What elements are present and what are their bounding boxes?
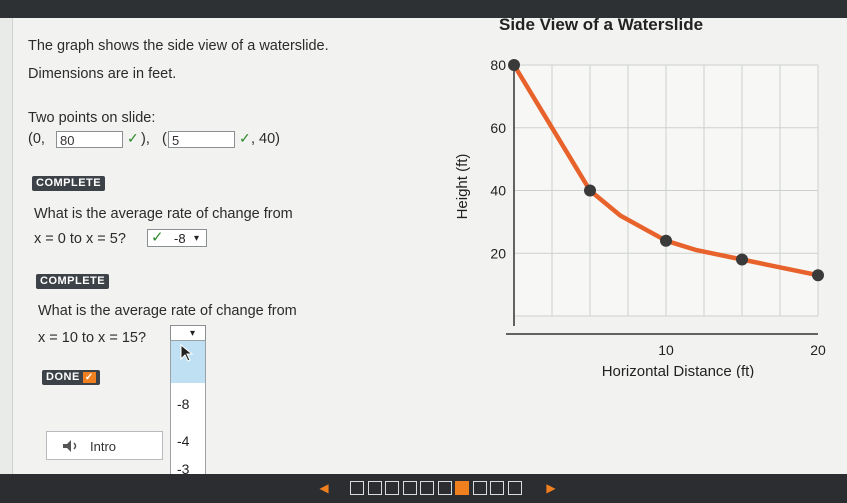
question-1-answer-select[interactable]: ✓ -8 ▾ (147, 229, 207, 247)
points-label: Two points on slide: (28, 110, 156, 126)
question-1-answer-value: -8 (174, 231, 186, 246)
point1-y-input[interactable]: 80 (56, 131, 123, 148)
complete-badge-1: COMPLETE (32, 176, 106, 191)
point2-suffix: , 40) (251, 131, 281, 147)
intro-button-label: Intro (90, 439, 117, 454)
y-tick-label: 40 (490, 183, 506, 199)
done-badge: DONE ✓ (42, 370, 100, 385)
page-indicator[interactable] (472, 481, 487, 495)
data-point (584, 184, 596, 197)
chart-title: Side View of a Waterslide (499, 15, 703, 34)
page-indicator[interactable] (385, 481, 399, 495)
y-axis-label: Height (ft) (454, 154, 471, 220)
question-2-line-1: What is the average rate of change from (38, 303, 297, 319)
y-tick-label: 80 (490, 57, 506, 73)
y-tick-label: 60 (490, 120, 506, 136)
point1-check-icon: ✓ (127, 130, 139, 146)
waterslide-chart: Side View of a Waterslide 20 40 60 80 10 20 Hor… (454, 15, 826, 378)
page-indicator[interactable] (507, 481, 522, 495)
chevron-down-icon: ▾ (190, 328, 196, 339)
done-badge-label: DONE (46, 371, 80, 383)
dropdown-option[interactable]: -4 (177, 433, 189, 449)
next-arrow-icon[interactable]: ▶ (543, 480, 559, 496)
page-indicator[interactable] (437, 481, 452, 495)
problem-line-1: The graph shows the side view of a water… (28, 38, 329, 54)
dropdown-option[interactable]: -8 (177, 396, 189, 412)
data-point (660, 234, 672, 247)
complete-badge-2: COMPLETE (36, 274, 110, 289)
bottom-navigation-bar: ◀ ▶ (0, 474, 847, 503)
page-indicator[interactable] (420, 481, 434, 495)
page-indicator[interactable] (490, 481, 504, 495)
data-point (812, 269, 824, 282)
intro-button[interactable]: Intro (46, 431, 163, 460)
point2-x-input[interactable]: 5 (168, 131, 235, 148)
question-1-line-2: x = 0 to x = 5? (34, 231, 126, 247)
speaker-icon (63, 440, 77, 452)
y-tick-label: 20 (490, 245, 506, 261)
question-1-line-1: What is the average rate of change from (34, 206, 293, 222)
problem-line-2: Dimensions are in feet. (28, 66, 177, 82)
x-tick-label: 20 (810, 342, 826, 358)
page-indicator[interactable] (402, 481, 417, 495)
point2-check-icon: ✓ (239, 130, 251, 146)
chevron-down-icon: ▾ (194, 233, 200, 244)
mouse-cursor-icon (180, 344, 194, 362)
page-indicator[interactable] (367, 481, 382, 495)
x-tick-label: 10 (658, 342, 674, 358)
question-2-line-2: x = 10 to x = 15? (38, 330, 147, 346)
previous-arrow-icon[interactable]: ◀ (316, 480, 332, 496)
answer-1-check-icon: ✓ (151, 229, 164, 246)
point2-prefix: ( (162, 131, 167, 147)
page-indicator[interactable] (350, 481, 364, 495)
point1-suffix: ), (141, 131, 150, 147)
page-indicator[interactable] (455, 481, 469, 495)
x-axis-label: Horizontal Distance (ft) (602, 363, 755, 378)
done-check-icon: ✓ (82, 371, 96, 383)
data-point (736, 253, 748, 266)
point1-prefix: (0, (28, 131, 45, 147)
data-point (508, 59, 520, 71)
